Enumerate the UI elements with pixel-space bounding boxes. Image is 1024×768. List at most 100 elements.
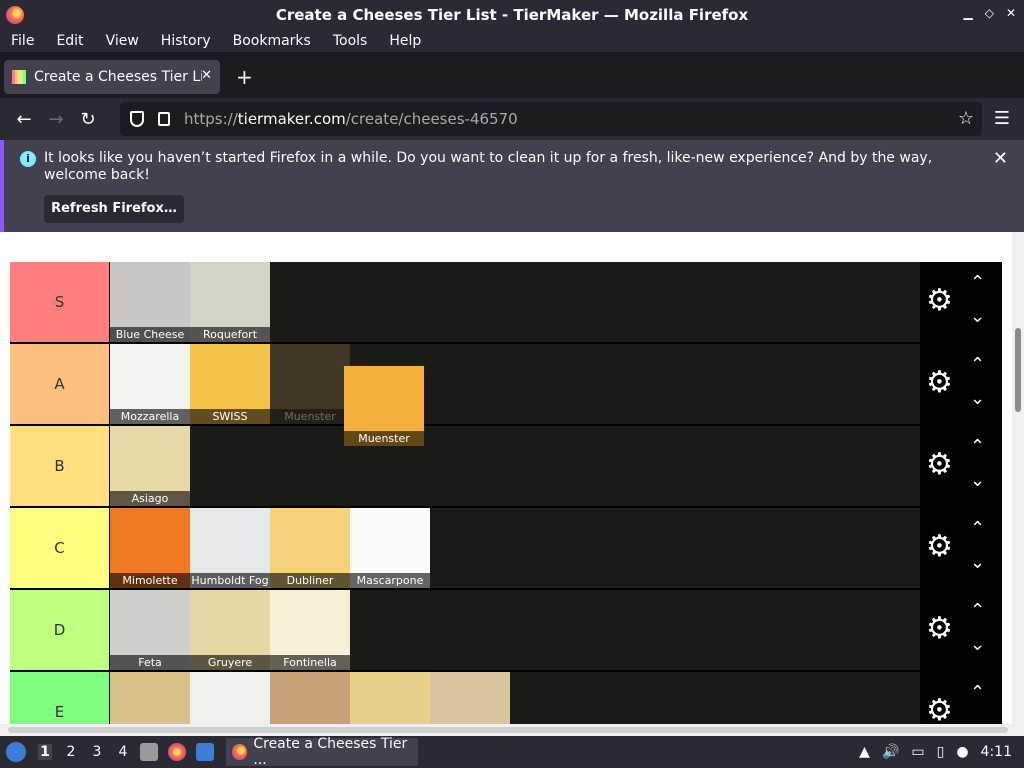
notification-icon[interactable]: ● xyxy=(956,744,968,760)
cheese-item[interactable]: Asiago xyxy=(110,426,190,506)
move-tier-up-icon[interactable]: ⌃ xyxy=(970,682,985,703)
cheese-item[interactable] xyxy=(110,672,190,724)
move-tier-up-icon[interactable]: ⌃ xyxy=(970,518,985,539)
url-bar[interactable]: https://tiermaker.com/create/cheeses-465… xyxy=(120,102,982,136)
workspace-4[interactable]: 4 xyxy=(116,744,130,760)
tier-row-c: C Mimolette Humboldt Fog Dubliner Mascarpone… xyxy=(10,508,1002,590)
move-tier-down-icon[interactable]: ⌄ xyxy=(970,388,985,409)
cheese-item[interactable]: Mascarpone xyxy=(350,508,430,588)
cheese-item[interactable]: Gruyere xyxy=(190,590,270,670)
close-window-icon[interactable]: ✕ xyxy=(1006,6,1016,20)
tier-settings-gear-icon[interactable]: ⚙ xyxy=(926,286,953,316)
bookmark-star-icon[interactable]: ☆ xyxy=(958,108,974,129)
menu-tools[interactable]: Tools xyxy=(322,33,379,49)
firefox-task-icon xyxy=(232,744,248,760)
updates-icon[interactable]: ▲ xyxy=(859,744,870,760)
cheese-item[interactable]: Humboldt Fog xyxy=(190,508,270,588)
tier-row-a: A Mozzarella SWISS Muenster ⚙ ⌃ ⌄ xyxy=(10,344,1002,426)
tab-cheeses[interactable]: Create a Cheeses Tier List ✕ xyxy=(4,60,220,94)
tier-label[interactable]: S xyxy=(10,262,110,342)
tier-settings-gear-icon[interactable]: ⚙ xyxy=(926,532,953,562)
tiermaker-favicon-icon xyxy=(12,70,26,84)
tier-label[interactable]: A xyxy=(10,344,110,424)
tier-settings-gear-icon[interactable]: ⚙ xyxy=(926,368,953,398)
firefox-launcher-icon[interactable] xyxy=(168,743,186,761)
cheese-item[interactable]: SWISS xyxy=(190,344,270,424)
menu-file[interactable]: File xyxy=(0,33,45,49)
workspace-3[interactable]: 3 xyxy=(90,744,104,760)
minimize-icon[interactable]: ▁ xyxy=(963,6,972,20)
item-caption: SWISS xyxy=(190,409,270,424)
cheese-item[interactable] xyxy=(190,672,270,724)
app-menu-icon[interactable]: ☰ xyxy=(994,108,1010,129)
hscroll-thumb[interactable] xyxy=(8,727,1008,733)
scroll-thumb[interactable] xyxy=(1015,328,1021,412)
move-tier-up-icon[interactable]: ⌃ xyxy=(970,600,985,621)
forward-icon[interactable]: → xyxy=(40,109,72,130)
cheese-item[interactable]: Feta xyxy=(110,590,190,670)
url-text[interactable]: https://tiermaker.com/create/cheeses-465… xyxy=(184,110,518,128)
window-titlebar: Create a Cheeses Tier List - TierMaker —… xyxy=(0,0,1024,30)
tier-label[interactable]: B xyxy=(10,426,110,506)
move-tier-down-icon[interactable]: ⌄ xyxy=(970,634,985,655)
taskbar-firefox-task[interactable]: Create a Cheeses Tier ... xyxy=(226,736,418,768)
tier-label[interactable]: C xyxy=(10,508,110,588)
cheese-item[interactable] xyxy=(430,672,510,724)
move-tier-down-icon[interactable]: ⌄ xyxy=(970,470,985,491)
menu-history[interactable]: History xyxy=(150,33,222,49)
cheese-item[interactable]: Muenster xyxy=(270,344,350,424)
menu-bar: File Edit View History Bookmarks Tools H… xyxy=(0,30,1024,52)
cheese-item[interactable]: Mimolette xyxy=(110,508,190,588)
tier-settings-gear-icon[interactable]: ⚙ xyxy=(926,450,953,480)
move-tier-up-icon[interactable]: ⌃ xyxy=(970,272,985,293)
move-tier-down-icon[interactable]: ⌄ xyxy=(970,306,985,327)
menu-edit[interactable]: Edit xyxy=(45,33,94,49)
workspace-1[interactable]: 1 xyxy=(38,744,52,760)
tier-settings-gear-icon[interactable]: ⚙ xyxy=(926,696,953,725)
cheese-item[interactable] xyxy=(270,672,350,724)
tab-close-icon[interactable]: ✕ xyxy=(201,68,212,83)
notification-close-icon[interactable]: ✕ xyxy=(993,148,1008,169)
desktop-icon[interactable] xyxy=(196,743,214,761)
dragged-item-muenster[interactable]: Muenster xyxy=(344,366,424,446)
maximize-icon[interactable]: ◇ xyxy=(985,6,994,20)
network-icon[interactable]: ▭ xyxy=(911,744,924,760)
back-icon[interactable]: ← xyxy=(8,109,40,130)
refresh-firefox-button[interactable]: Refresh Firefox… xyxy=(44,195,184,223)
tier-items: Feta Gruyere Fontinella xyxy=(110,590,1002,670)
cheese-item[interactable]: Roquefort xyxy=(190,262,270,342)
tier-label[interactable]: E xyxy=(10,672,110,724)
tier-controls: ⚙ ⌃ ⌄ xyxy=(920,508,1002,588)
tracking-protection-icon[interactable] xyxy=(130,111,144,127)
cheese-item[interactable] xyxy=(350,672,430,724)
vertical-scrollbar[interactable] xyxy=(1012,232,1024,724)
horizontal-scrollbar[interactable] xyxy=(0,724,1024,736)
menu-help[interactable]: Help xyxy=(378,33,432,49)
tier-label[interactable]: D xyxy=(10,590,110,670)
new-tab-icon[interactable]: + xyxy=(236,65,253,89)
start-menu-icon[interactable] xyxy=(6,742,26,762)
cheese-item[interactable]: Dubliner xyxy=(270,508,350,588)
menu-bookmarks[interactable]: Bookmarks xyxy=(222,33,322,49)
refresh-notification-bar: i It looks like you haven’t started Fire… xyxy=(0,140,1024,232)
clipboard-icon[interactable]: ▯ xyxy=(937,744,945,760)
reload-icon[interactable]: ↻ xyxy=(72,109,104,130)
workspace-2[interactable]: 2 xyxy=(64,744,78,760)
lock-icon[interactable] xyxy=(158,112,170,126)
clock: 4:11 xyxy=(980,744,1012,760)
file-manager-icon[interactable] xyxy=(140,743,158,761)
move-tier-down-icon[interactable]: ⌄ xyxy=(970,716,985,724)
tier-row-d: D Feta Gruyere Fontinella ⚙ ⌃ ⌄ xyxy=(10,590,1002,672)
move-tier-up-icon[interactable]: ⌃ xyxy=(970,436,985,457)
tier-settings-gear-icon[interactable]: ⚙ xyxy=(926,614,953,644)
volume-icon[interactable]: 🔊 xyxy=(882,744,899,760)
move-tier-up-icon[interactable]: ⌃ xyxy=(970,354,985,375)
item-caption: Muenster xyxy=(344,431,424,446)
cheese-item[interactable]: Fontinella xyxy=(270,590,350,670)
cheese-item[interactable]: Mozzarella xyxy=(110,344,190,424)
tier-row-e: E ⚙ ⌃ ⌄ xyxy=(10,672,1002,724)
move-tier-down-icon[interactable]: ⌄ xyxy=(970,552,985,573)
item-caption: Humboldt Fog xyxy=(190,573,270,588)
cheese-item[interactable]: Blue Cheese xyxy=(110,262,190,342)
menu-view[interactable]: View xyxy=(95,33,150,49)
